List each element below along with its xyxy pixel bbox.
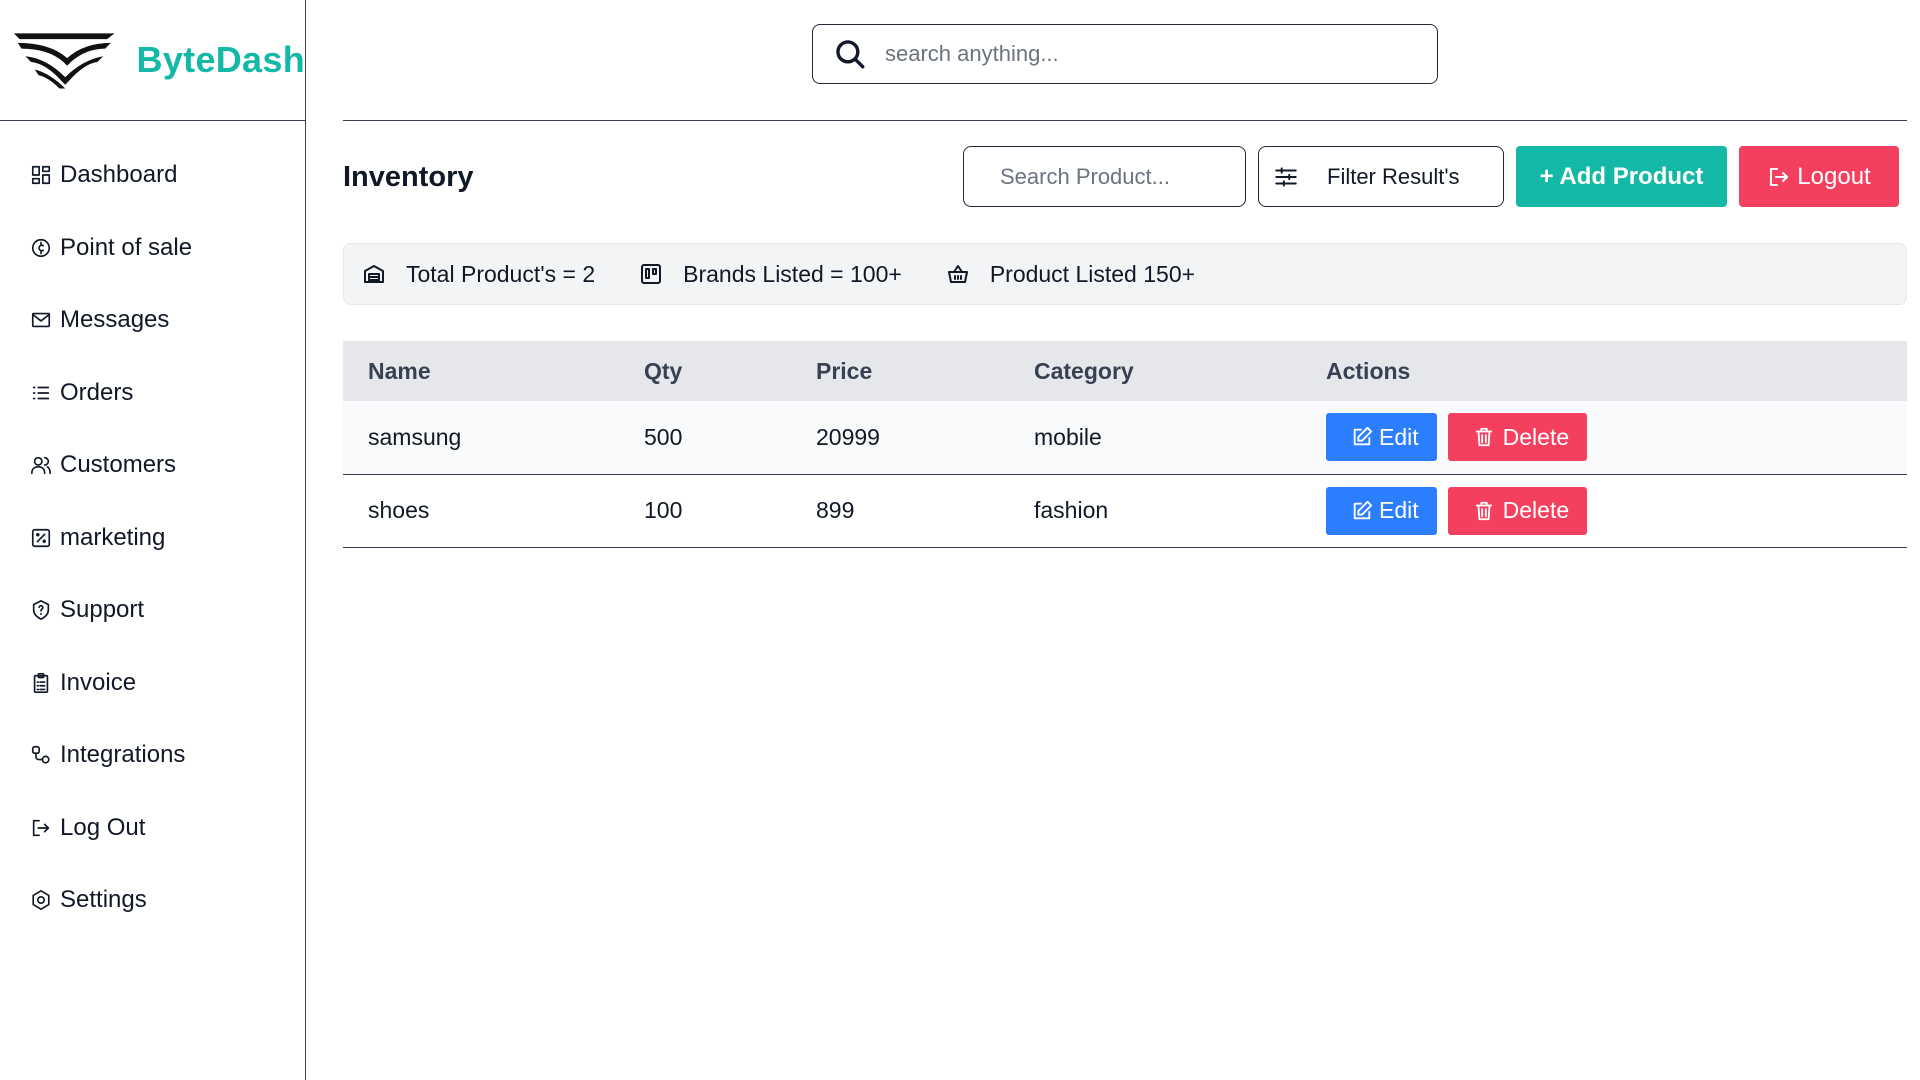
trash-icon bbox=[1475, 428, 1492, 447]
product-search-input[interactable] bbox=[963, 146, 1246, 207]
sidebar-item-label: Log Out bbox=[60, 813, 146, 841]
sidebar-item-support[interactable]: Support bbox=[0, 574, 305, 647]
brand-name: ByteDash bbox=[136, 39, 305, 80]
sidebar-item-label: Point of sale bbox=[60, 233, 193, 261]
clipboard-icon bbox=[30, 672, 52, 694]
sliders-icon bbox=[1275, 166, 1297, 187]
edit-button[interactable]: Edit bbox=[1326, 486, 1437, 535]
dashboard-icon bbox=[30, 164, 52, 186]
stat-label: Product Listed 150+ bbox=[989, 260, 1196, 287]
stat-label: Brands Listed = 100+ bbox=[683, 260, 902, 287]
logout-icon bbox=[1770, 167, 1789, 186]
edit-icon bbox=[1353, 500, 1373, 519]
sidebar-item-messages[interactable]: Messages bbox=[0, 284, 305, 357]
column-header-price: Price bbox=[816, 357, 873, 384]
table-row: shoes 100 899 fashion Edit Delete bbox=[343, 474, 1907, 547]
delete-button[interactable]: Delete bbox=[1447, 413, 1588, 462]
stat-brands-listed: Brands Listed = 100+ bbox=[639, 261, 902, 288]
table-header-row: Name Qty Price Category Actions bbox=[343, 341, 1907, 401]
cell-price: 899 bbox=[816, 497, 855, 523]
sidebar-item-label: Dashboard bbox=[60, 161, 178, 189]
stat-total-products: Total Product's = 2 bbox=[362, 261, 595, 288]
brand[interactable]: ByteDash bbox=[0, 0, 305, 121]
column-header-name: Name bbox=[368, 357, 431, 384]
sidebar-item-dashboard[interactable]: Dashboard bbox=[0, 139, 305, 212]
mail-icon bbox=[30, 309, 52, 331]
users-icon bbox=[30, 454, 52, 476]
stat-label: Total Product's = 2 bbox=[406, 260, 596, 287]
sidebar-item-settings[interactable]: Settings bbox=[0, 864, 305, 937]
cell-actions: Edit Delete bbox=[1301, 401, 1907, 474]
global-search-input[interactable] bbox=[885, 41, 1385, 67]
cell-price: 20999 bbox=[816, 423, 880, 450]
column-header-qty: Qty bbox=[644, 357, 683, 384]
cell-qty: 500 bbox=[644, 423, 683, 450]
add-product-label: + Add Product bbox=[1539, 162, 1704, 190]
delete-label: Delete bbox=[1502, 423, 1570, 450]
board-icon bbox=[641, 264, 662, 284]
cell-name: samsung bbox=[368, 423, 462, 450]
brand-logo-icon bbox=[13, 33, 115, 89]
sidebar-item-log-out[interactable]: Log Out bbox=[0, 792, 305, 865]
logout-label: Logout bbox=[1797, 162, 1871, 190]
edit-label: Edit bbox=[1379, 423, 1419, 450]
sidebar-item-label: Messages bbox=[60, 306, 170, 334]
sidebar-item-invoice[interactable]: Invoice bbox=[0, 647, 305, 720]
cell-name: shoes bbox=[368, 497, 430, 523]
sidebar-item-customers[interactable]: Customers bbox=[0, 429, 305, 502]
add-product-button[interactable]: + Add Product bbox=[1516, 146, 1727, 207]
sidebar-item-label: Invoice bbox=[60, 668, 137, 696]
sidebar-item-label: Orders bbox=[60, 378, 134, 406]
filter-results-label: Filter Result's bbox=[1327, 163, 1460, 189]
logout-button[interactable]: Logout bbox=[1739, 146, 1899, 207]
sidebar-item-marketing[interactable]: marketing bbox=[0, 502, 305, 575]
sidebar-item-label: Settings bbox=[60, 886, 147, 914]
cell-category: fashion bbox=[1034, 497, 1109, 523]
column-header-category: Category bbox=[1034, 357, 1134, 384]
percent-icon bbox=[30, 527, 52, 549]
global-search[interactable] bbox=[812, 24, 1438, 84]
route-icon bbox=[30, 744, 52, 766]
sidebar-item-label: Support bbox=[60, 596, 145, 624]
cell-category: mobile bbox=[1034, 423, 1102, 450]
sidebar-item-orders[interactable]: Orders bbox=[0, 357, 305, 430]
app-root: ByteDash Dashboard Point of sale Message… bbox=[0, 0, 1920, 1080]
edit-label: Edit bbox=[1379, 497, 1419, 523]
sidebar-item-label: Integrations bbox=[60, 741, 186, 769]
cell-qty: 100 bbox=[644, 497, 683, 523]
sidebar-item-label: Customers bbox=[60, 451, 177, 479]
sidebar-nav: Dashboard Point of sale Messages Orders … bbox=[0, 121, 305, 937]
trash-icon bbox=[1475, 501, 1492, 520]
list-icon bbox=[30, 382, 52, 404]
gear-icon bbox=[30, 889, 52, 911]
sidebar-item-integrations[interactable]: Integrations bbox=[0, 719, 305, 792]
shield-icon bbox=[30, 599, 52, 621]
edit-icon bbox=[1353, 427, 1373, 446]
filter-results-button[interactable]: Filter Result's bbox=[1258, 146, 1504, 207]
stats-bar: Total Product's = 2 Brands Listed = 100+… bbox=[343, 243, 1907, 305]
search-icon bbox=[836, 40, 865, 69]
table-row: samsung 500 20999 mobile Edit Delete bbox=[343, 401, 1907, 474]
table-header: Name Qty Price Category Actions bbox=[343, 341, 1907, 401]
basket-icon bbox=[947, 265, 968, 283]
cell-actions: Edit Delete bbox=[1301, 474, 1907, 547]
edit-button[interactable]: Edit bbox=[1326, 413, 1437, 462]
inventory-table: Name Qty Price Category Actions samsung … bbox=[343, 341, 1907, 548]
stat-products-listed: Product Listed 150+ bbox=[946, 261, 1195, 288]
delete-button[interactable]: Delete bbox=[1447, 486, 1588, 535]
sidebar-item-label: marketing bbox=[60, 523, 166, 551]
logout-icon bbox=[30, 817, 52, 839]
delete-label: Delete bbox=[1502, 497, 1570, 523]
top-bar bbox=[343, 0, 1907, 121]
package-icon bbox=[364, 265, 384, 283]
coin-icon bbox=[30, 237, 52, 259]
table-body: samsung 500 20999 mobile Edit Delete sho… bbox=[343, 401, 1907, 547]
sidebar: ByteDash Dashboard Point of sale Message… bbox=[0, 0, 306, 1080]
sidebar-item-point-of-sale[interactable]: Point of sale bbox=[0, 212, 305, 285]
column-header-actions: Actions bbox=[1326, 357, 1411, 384]
page-title: Inventory bbox=[343, 161, 474, 193]
